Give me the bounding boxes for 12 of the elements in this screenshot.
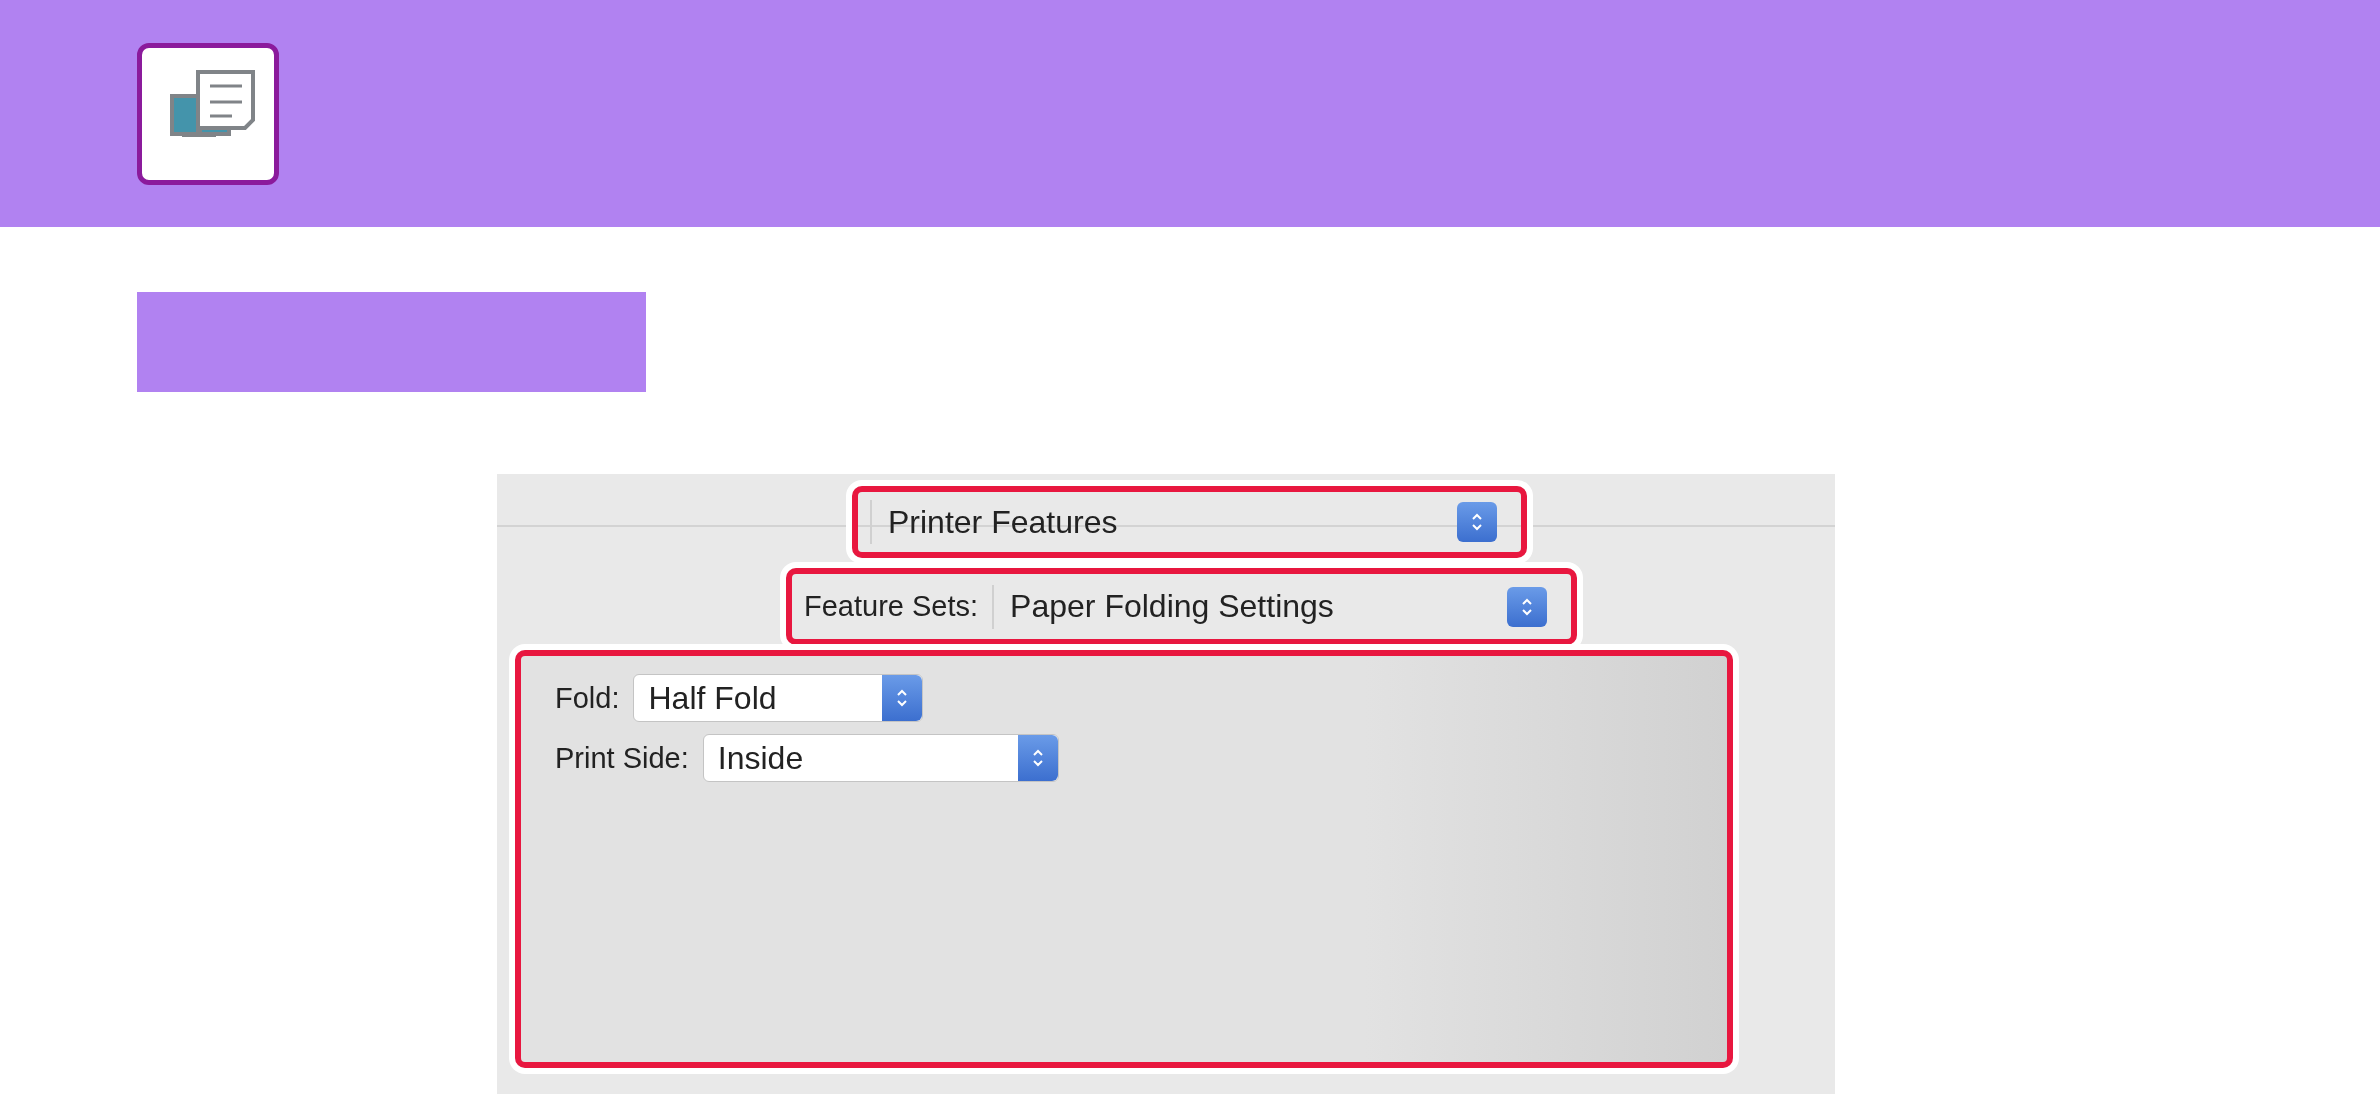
stepper-icon — [882, 675, 923, 721]
option-popup[interactable]: Inside — [702, 734, 1059, 782]
app-logo-icon — [137, 42, 279, 185]
stepper-icon — [1507, 586, 1547, 627]
stepper-icon — [1457, 502, 1497, 542]
field-label: Print Side: — [555, 741, 689, 775]
preset-popup[interactable]: Printer Features — [870, 500, 1509, 544]
stepper-icon — [1017, 735, 1058, 781]
option-popup[interactable]: Half Fold — [633, 674, 924, 722]
feature-sets-popup[interactable]: Paper Folding Settings — [992, 584, 1559, 629]
field-label: Fold: — [555, 681, 620, 715]
field-label: Feature Sets: — [804, 590, 979, 623]
